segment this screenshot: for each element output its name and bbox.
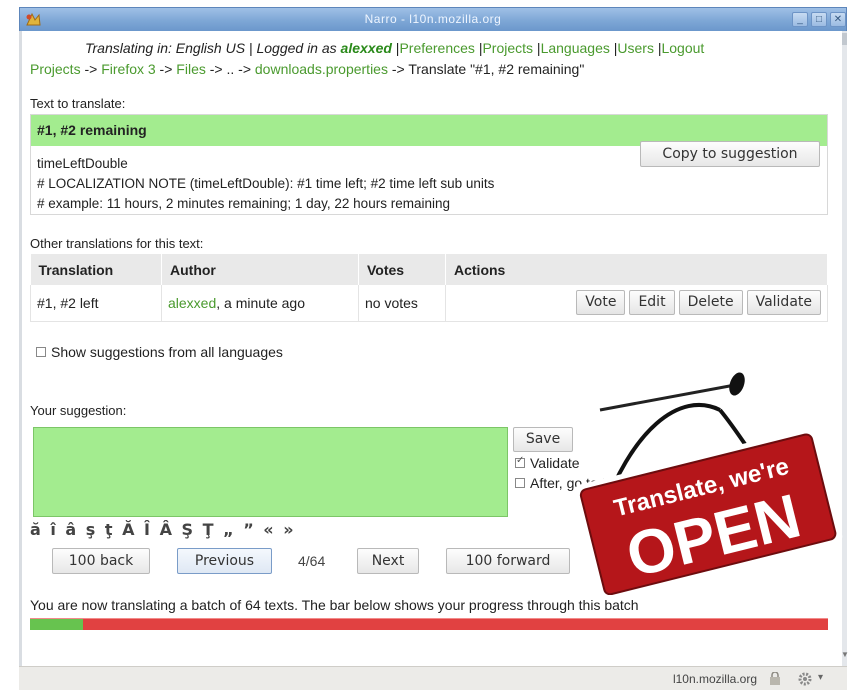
translating-prefix: Translating in:: [85, 40, 176, 56]
validate-button[interactable]: Validate: [746, 290, 821, 316]
column-author: Author: [161, 254, 359, 285]
next-button[interactable]: Next: [357, 548, 419, 574]
breadcrumb-firefox[interactable]: Firefox 3: [101, 61, 155, 77]
show-all-languages-checkbox[interactable]: [36, 347, 46, 358]
column-votes: Votes: [358, 254, 446, 285]
user-link[interactable]: alexxed: [341, 40, 392, 56]
column-translation: Translation: [30, 254, 162, 285]
progress-text: You are now translating a batch of 64 te…: [30, 597, 639, 613]
table-header-row: Translation Author Votes Actions: [30, 254, 828, 285]
other-translations-label: Other translations for this text:: [30, 236, 204, 251]
source-note-example: # example: 11 hours, 2 minutes remaining…: [37, 196, 450, 211]
vote-button[interactable]: Vote: [576, 290, 626, 316]
breadcrumb: Projects -> Firefox 3 -> Files -> .. -> …: [30, 61, 585, 77]
minimize-button[interactable]: _: [792, 12, 808, 27]
edit-button[interactable]: Edit: [629, 290, 675, 316]
row-translation: #1, #2 left: [30, 285, 162, 322]
scroll-down-arrow-icon[interactable]: ▼: [841, 650, 849, 662]
open-sign-badge: Translate, we're OPEN: [574, 372, 843, 595]
position-indicator: 4/64: [298, 553, 326, 569]
close-button[interactable]: ✕: [830, 12, 846, 27]
suggestion-label: Your suggestion:: [30, 403, 127, 418]
status-bar: l10n.mozilla.org ▾: [19, 666, 847, 690]
translations-table: Translation Author Votes Actions #1, #2 …: [30, 254, 828, 322]
current-language: English US: [175, 40, 246, 56]
window-titlebar[interactable]: Narro - l10n.mozilla.org _ □ ✕: [19, 7, 847, 31]
source-label: Text to translate:: [30, 96, 126, 111]
nav-logout[interactable]: Logout: [661, 40, 704, 56]
column-actions: Actions: [445, 254, 828, 285]
table-row: #1, #2 left alexxed, a minute ago no vot…: [30, 285, 828, 322]
logged-prefix: | Logged in as: [245, 40, 341, 56]
window-frame: [19, 31, 22, 667]
after-checkbox[interactable]: [515, 478, 525, 489]
nav-users[interactable]: Users: [617, 40, 654, 56]
progress-bar: [30, 618, 828, 630]
maximize-button[interactable]: □: [811, 12, 827, 27]
nav-projects[interactable]: Projects: [482, 40, 533, 56]
breadcrumb-ellipsis: ..: [226, 61, 235, 77]
show-all-languages-option[interactable]: Show suggestions from all languages: [36, 344, 283, 360]
window-title: Narro - l10n.mozilla.org: [364, 12, 502, 26]
breadcrumb-files[interactable]: Files: [176, 61, 206, 77]
breadcrumb-projects[interactable]: Projects: [30, 61, 81, 77]
source-notes: timeLeftDouble # LOCALIZATION NOTE (time…: [37, 154, 494, 214]
page-header: Translating in: English US | Logged in a…: [85, 40, 705, 56]
lock-icon: [770, 672, 780, 685]
progress-fill: [30, 619, 83, 630]
gear-icon[interactable]: [797, 671, 813, 687]
status-host: l10n.mozilla.org: [672, 672, 757, 686]
breadcrumb-current: Translate "#1, #2 remaining": [408, 61, 585, 77]
source-note-key: timeLeftDouble: [37, 156, 128, 171]
show-all-languages-label: Show suggestions from all languages: [51, 344, 283, 360]
nav-preferences[interactable]: Preferences: [399, 40, 474, 56]
special-characters[interactable]: ă î â ş ţ Ă Î Â Ş Ţ „ ” « »: [30, 520, 296, 539]
suggestion-textarea[interactable]: [33, 427, 508, 517]
author-time: , a minute ago: [216, 294, 305, 311]
source-note-comment: # LOCALIZATION NOTE (timeLeftDouble): #1…: [37, 176, 495, 191]
back-100-button[interactable]: 100 back: [52, 548, 150, 574]
breadcrumb-file[interactable]: downloads.properties: [255, 61, 388, 77]
row-actions: Vote Edit Delete Validate: [445, 285, 828, 322]
author-link[interactable]: alexxed: [168, 295, 216, 311]
delete-button[interactable]: Delete: [678, 290, 743, 316]
row-votes: no votes: [358, 285, 446, 322]
copy-to-suggestion-button[interactable]: Copy to suggestion: [640, 141, 820, 167]
row-author: alexxed, a minute ago: [161, 285, 359, 322]
forward-100-button[interactable]: 100 forward: [446, 548, 570, 574]
validate-checkbox[interactable]: [515, 455, 525, 469]
nav-languages[interactable]: Languages: [541, 40, 610, 56]
previous-button[interactable]: Previous: [177, 548, 272, 574]
chevron-down-icon[interactable]: ▾: [818, 672, 823, 683]
